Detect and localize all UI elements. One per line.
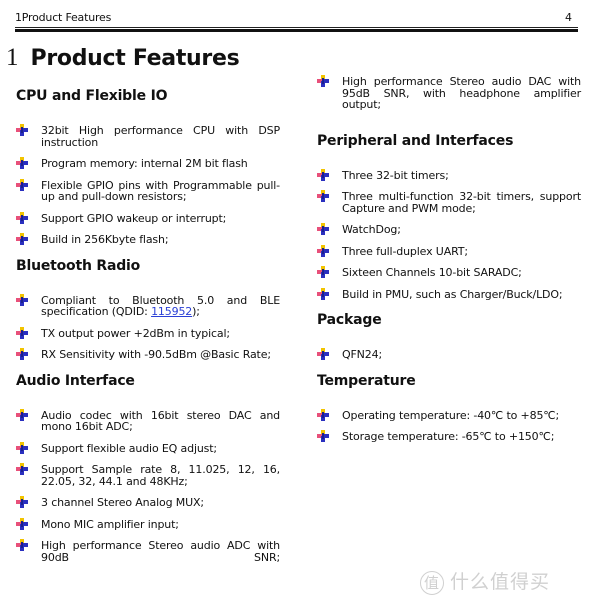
star-bullet-icon (16, 518, 28, 530)
page-number: 4 (565, 11, 572, 24)
section-package: Package QFN24; (317, 312, 581, 361)
section-temperature: Temperature Operating temperature: -40℃ … (317, 373, 581, 443)
star-bullet-icon (317, 75, 329, 87)
star-bullet-icon (317, 245, 329, 257)
watermark-text: 什么值得买 (450, 571, 551, 593)
cpu-feature-list: 32bit High performance CPU with DSP inst… (16, 125, 280, 246)
list-item: Three multi-function 32-bit timers, supp… (317, 191, 581, 214)
star-bullet-icon (16, 233, 28, 245)
left-column: CPU and Flexible IO 32bit High performan… (16, 88, 280, 575)
list-item: Support GPIO wakeup or interrupt; (16, 213, 280, 225)
star-bullet-icon (317, 266, 329, 278)
section-heading-cpu: CPU and Flexible IO (16, 88, 168, 104)
page-header: 1Product Features 4 (15, 11, 578, 32)
peripheral-feature-list: Three 32-bit timers; Three multi-functio… (317, 170, 581, 301)
star-bullet-icon (16, 463, 28, 475)
audio-feature-list: Audio codec with 16bit stereo DAC and mo… (16, 410, 280, 564)
list-item: Storage temperature: -65℃ to +150℃; (317, 431, 581, 443)
section-bluetooth: Bluetooth Radio Compliant to Bluetooth 5… (16, 258, 280, 361)
chapter-number: 1 (6, 44, 19, 71)
list-item: Support flexible audio EQ adjust; (16, 443, 280, 455)
running-title: 1Product Features (15, 11, 112, 24)
list-item: Audio codec with 16bit stereo DAC and mo… (16, 410, 280, 433)
list-item: QFN24; (317, 349, 581, 361)
star-bullet-icon (317, 348, 329, 360)
temperature-feature-list: Operating temperature: -40℃ to +85℃; Sto… (317, 410, 581, 443)
star-bullet-icon (317, 169, 329, 181)
chapter-title: 1 Product Features (6, 44, 240, 72)
list-item: Operating temperature: -40℃ to +85℃; (317, 410, 581, 422)
header-rule-thin (15, 27, 578, 28)
section-heading-peripheral: Peripheral and Interfaces (317, 132, 514, 149)
list-item: Three full-duplex UART; (317, 246, 581, 258)
star-bullet-icon (317, 430, 329, 442)
list-item: Mono MIC amplifier input; (16, 519, 280, 531)
header-rule-thick (15, 29, 578, 32)
star-bullet-icon (317, 288, 329, 300)
list-item: RX Sensitivity with -90.5dBm @Basic Rate… (16, 349, 280, 361)
list-item: 3 channel Stereo Analog MUX; (16, 497, 280, 509)
star-bullet-icon (16, 496, 28, 508)
watermark-badge-icon: 值 (420, 570, 444, 595)
list-item: Flexible GPIO pins with Programmable pul… (16, 180, 280, 203)
list-item: WatchDog; (317, 224, 581, 236)
star-bullet-icon (317, 223, 329, 235)
list-item: High performance Stereo audio DAC with 9… (317, 76, 581, 111)
list-item: Build in PMU, such as Charger/Buck/LDO; (317, 289, 581, 301)
section-heading-bluetooth: Bluetooth Radio (16, 257, 141, 274)
star-bullet-icon (16, 348, 28, 360)
star-bullet-icon (16, 124, 28, 136)
list-item: 32bit High performance CPU with DSP inst… (16, 125, 280, 148)
bluetooth-feature-list: Compliant to Bluetooth 5.0 and BLE speci… (16, 295, 280, 361)
list-item: High performance Stereo audio ADC with 9… (16, 540, 280, 563)
star-bullet-icon (16, 539, 28, 551)
star-bullet-icon (16, 442, 28, 454)
star-bullet-icon (16, 212, 28, 224)
list-item: Support Sample rate 8, 11.025, 12, 16, 2… (16, 464, 280, 487)
list-item: Three 32-bit timers; (317, 170, 581, 182)
right-column: High performance Stereo audio DAC with 9… (317, 76, 581, 455)
section-heading-temperature: Temperature (317, 372, 416, 389)
package-feature-list: QFN24; (317, 349, 581, 361)
section-audio: Audio Interface Audio codec with 16bit s… (16, 373, 280, 564)
list-item: Compliant to Bluetooth 5.0 and BLE speci… (16, 295, 280, 318)
list-item: TX output power +2dBm in typical; (16, 328, 280, 340)
star-bullet-icon (317, 409, 329, 421)
watermark: 值什么值得买 (420, 567, 550, 595)
qdid-link[interactable]: 115952 (151, 305, 192, 318)
star-bullet-icon (16, 409, 28, 421)
audio-feature-list-continued: High performance Stereo audio DAC with 9… (317, 76, 581, 111)
chapter-heading: Product Features (30, 46, 240, 71)
section-cpu: CPU and Flexible IO 32bit High performan… (16, 88, 280, 246)
list-item: Build in 256Kbyte flash; (16, 234, 280, 246)
star-bullet-icon (16, 294, 28, 306)
star-bullet-icon (317, 190, 329, 202)
section-peripheral: Peripheral and Interfaces Three 32-bit t… (317, 133, 581, 301)
list-item: Sixteen Channels 10-bit SARADC; (317, 267, 581, 279)
star-bullet-icon (16, 179, 28, 191)
list-item: Program memory: internal 2M bit flash (16, 158, 280, 170)
section-heading-audio: Audio Interface (16, 372, 135, 389)
star-bullet-icon (16, 157, 28, 169)
star-bullet-icon (16, 327, 28, 339)
section-heading-package: Package (317, 312, 382, 328)
